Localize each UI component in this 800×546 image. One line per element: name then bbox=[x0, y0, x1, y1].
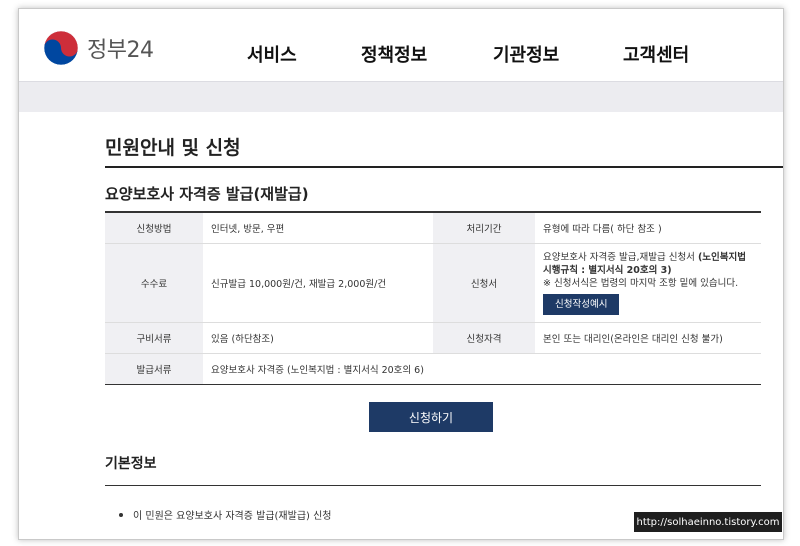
table-row: 신청방법 인터넷, 방문, 우편 처리기간 유형에 따라 다름( 하단 참조 ) bbox=[105, 212, 761, 244]
issue-label: 발급서류 bbox=[105, 353, 203, 385]
taegeuk-logo-icon bbox=[43, 30, 79, 66]
issue-value: 요양보호사 자격증 (노인복지법 : 별지서식 20호의 6) bbox=[211, 365, 424, 376]
table-row: 수수료 신규발급 10,000원/건, 재발급 2,000원/건 신청서 요양보… bbox=[105, 243, 761, 323]
basic-info-divider bbox=[105, 485, 761, 486]
site-logo[interactable]: 정부24 bbox=[43, 30, 154, 66]
apply-button[interactable]: 신청하기 bbox=[369, 402, 493, 432]
period-label: 처리기간 bbox=[433, 212, 535, 244]
form-note: ※ 신청서식은 법령의 마지막 조항 밑에 있습니다. bbox=[543, 278, 739, 289]
service-info-table: 신청방법 인터넷, 방문, 우편 처리기간 유형에 따라 다름( 하단 참조 )… bbox=[105, 211, 761, 385]
nav-agency-info[interactable]: 기관정보 bbox=[493, 41, 559, 67]
nav-customer-center[interactable]: 고객센터 bbox=[623, 41, 689, 67]
form-value: 요양보호사 자격증 발급,재발급 신청서 bbox=[543, 252, 695, 263]
method-value: 인터넷, 방문, 우편 bbox=[203, 212, 433, 244]
logo-text: 정부24 bbox=[87, 38, 154, 63]
watermark-label: http://solhaeinno.tistory.com bbox=[634, 512, 782, 532]
bullet-icon bbox=[119, 512, 123, 517]
header-band bbox=[19, 81, 783, 112]
table-row: 구비서류 있음 (하단참조) 신청자격 본인 또는 대리인(온라인은 대리인 신… bbox=[105, 322, 761, 354]
method-label: 신청방법 bbox=[105, 212, 203, 244]
form-cell: 요양보호사 자격증 발급,재발급 신청서 (노인복지법 시행규칙 : 별지서식 … bbox=[535, 243, 761, 323]
page-title: 민원안내 및 신청 bbox=[105, 137, 241, 159]
basic-info-text: 이 민원은 요양보호사 자격증 발급(재발급) 신청 bbox=[133, 511, 332, 522]
fee-label: 수수료 bbox=[105, 243, 203, 323]
title-divider bbox=[105, 166, 783, 168]
table-row: 발급서류 요양보호사 자격증 (노인복지법 : 별지서식 20호의 6) bbox=[105, 353, 761, 385]
basic-info-title: 기본정보 bbox=[105, 456, 157, 472]
qualification-label: 신청자격 bbox=[433, 322, 535, 354]
form-sample-button[interactable]: 신청작성예시 bbox=[543, 294, 620, 315]
list-item: 이 민원은 요양보호사 자격증 발급(재발급) 신청 bbox=[119, 507, 332, 522]
site-header: 정부24 서비스 정책정보 기관정보 고객센터 bbox=[19, 9, 783, 81]
docs-label: 구비서류 bbox=[105, 322, 203, 354]
nav-policy-info[interactable]: 정책정보 bbox=[361, 41, 427, 67]
fee-value: 신규발급 10,000원/건, 재발급 2,000원/건 bbox=[203, 243, 433, 323]
service-title: 요양보호사 자격증 발급(재발급) bbox=[105, 185, 309, 203]
nav-services[interactable]: 서비스 bbox=[247, 41, 297, 67]
qualification-value: 본인 또는 대리인(온라인은 대리인 신청 불가) bbox=[535, 322, 761, 354]
form-label: 신청서 bbox=[433, 243, 535, 323]
period-value: 유형에 따라 다름( 하단 참조 ) bbox=[535, 212, 761, 244]
browser-frame: 정부24 서비스 정책정보 기관정보 고객센터 민원안내 및 신청 요양보호사 … bbox=[18, 8, 784, 540]
docs-value: 있음 (하단참조) bbox=[203, 322, 433, 354]
